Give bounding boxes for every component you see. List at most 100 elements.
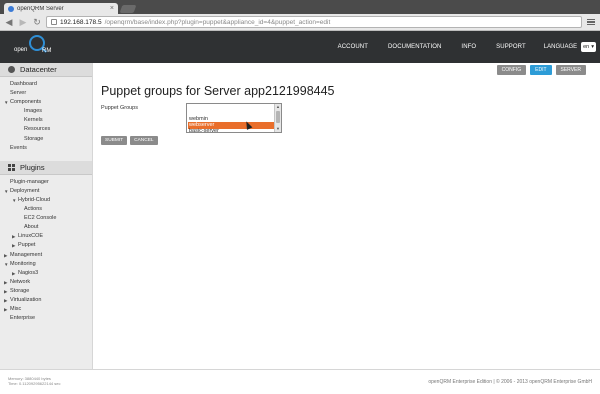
sidebar-item-monitoring[interactable]: ▼ Monitoring (0, 260, 92, 269)
cancel-button[interactable]: CANCEL (130, 136, 158, 145)
url-path: /openqrm/base/index.php?plugin=puppet&ap… (104, 18, 331, 26)
sidebar-item-components[interactable]: ▼ Components (0, 98, 92, 107)
config-button[interactable]: CONFIG (496, 65, 527, 75)
sidebar-item-label: About (24, 224, 39, 231)
puppet-groups-label: Puppet Groups (101, 105, 138, 111)
sidebar-item-images[interactable]: Images (0, 107, 92, 116)
sidebar-item-label: Monitoring (10, 260, 36, 267)
sidebar-item-events[interactable]: Events (0, 144, 92, 153)
sidebar-item-puppet[interactable]: ▶ Puppet (0, 241, 92, 250)
sidebar-item-storage[interactable]: Storage (0, 135, 92, 144)
caret-down-icon[interactable]: ▼ (12, 196, 16, 205)
sidebar-item-deployment[interactable]: ▼ Deployment (0, 187, 92, 196)
nav-account[interactable]: ACCOUNT (328, 44, 378, 50)
scroll-down-icon[interactable]: ▼ (275, 126, 281, 132)
sidebar-item-plugin-manager[interactable]: Plugin-manager (0, 178, 92, 187)
language-label: LANGUAGE (543, 44, 578, 50)
new-tab-button[interactable] (119, 5, 137, 13)
copyright: openQRM Enterprise Edition | © 2006 - 20… (428, 379, 592, 385)
tab-title: openQRM Server (17, 5, 64, 12)
subnav: CONFIG EDIT SERVER (496, 65, 586, 75)
list-option-basic-server[interactable]: basic-server (188, 128, 274, 132)
openqrm-logo[interactable]: open RM (0, 31, 90, 63)
server-button[interactable]: SERVER (555, 65, 586, 75)
nav-support[interactable]: SUPPORT (486, 44, 536, 50)
forward-icon[interactable]: ▶ (18, 17, 28, 27)
sidebar-item-ec2-console[interactable]: EC2 Console (0, 214, 92, 223)
sidebar-item-hybrid-cloud[interactable]: ▼ Hybrid-Cloud (0, 196, 92, 205)
sidebar-item-nagios3[interactable]: ▶ Nagios3 (0, 269, 92, 278)
sidebar-item-label: Server (10, 90, 27, 97)
footer-stats: Memory: 3880440 bytes Time: 0.1120929562… (8, 376, 60, 386)
caret-right-icon[interactable]: ▶ (4, 305, 7, 314)
close-icon[interactable]: × (110, 5, 114, 12)
sidebar-item-misc[interactable]: ▶ Misc (0, 305, 92, 314)
caret-down-icon[interactable]: ▼ (4, 98, 8, 107)
sidebar-item-about[interactable]: About (0, 223, 92, 232)
sidebar-item-label: Puppet (18, 242, 36, 249)
logo-text-open: open (14, 47, 28, 53)
chevron-down-icon: ▾ (591, 44, 594, 50)
sidebar-item-label: Hybrid-Cloud (18, 196, 51, 203)
sidebar-item-enterprise[interactable]: Enterprise (0, 314, 92, 323)
listbox-scrollbar[interactable]: ▲ ▼ (274, 104, 281, 132)
caret-right-icon[interactable]: ▶ (4, 278, 7, 287)
caret-right-icon[interactable]: ▶ (12, 269, 15, 278)
time-stat: Time: 0.11209295622144 sec (8, 381, 61, 386)
datacenter-header: Datacenter (0, 63, 92, 77)
caret-right-icon[interactable]: ▶ (12, 241, 15, 250)
submit-button[interactable]: SUBMIT (101, 136, 128, 145)
back-icon[interactable]: ◀ (4, 17, 14, 27)
sidebar-item-kernels[interactable]: Kernels (0, 116, 92, 125)
sidebar-item-label: Virtualization (10, 296, 42, 303)
sidebar-item-server[interactable]: Server (0, 89, 92, 98)
main-content: CONFIG EDIT SERVER Puppet groups for Ser… (93, 63, 600, 369)
sidebar-item-actions[interactable]: Actions (0, 205, 92, 214)
sidebar-item-label: Kernels (24, 117, 43, 124)
sidebar-item-dashboard[interactable]: Dashboard (0, 80, 92, 89)
sidebar-item-network[interactable]: ▶ Network (0, 278, 92, 287)
browser-toolbar: ◀ ▶ ↻ 192.168.178.5/openqrm/base/index.p… (0, 14, 600, 31)
sidebar-item-label: Plugin-manager (10, 178, 49, 185)
scroll-thumb[interactable] (276, 111, 280, 123)
sidebar-item-label: LinuxCOE (18, 233, 44, 240)
datacenter-menu: Dashboard Server ▼ Components Images Kernels R… (0, 77, 92, 153)
logo-text-rm: RM (42, 48, 52, 54)
sidebar-item-label: Storage (10, 287, 30, 294)
sidebar-item-storage[interactable]: ▶ Storage (0, 287, 92, 296)
caret-right-icon[interactable]: ▶ (4, 287, 7, 296)
menu-icon[interactable] (586, 17, 596, 27)
language-select[interactable]: en ▾ (581, 42, 596, 52)
favicon-icon (8, 5, 14, 12)
sidebar-item-label: Misc (10, 306, 22, 313)
caret-right-icon[interactable]: ▶ (4, 296, 7, 305)
caret-down-icon[interactable]: ▼ (4, 260, 8, 269)
edit-button[interactable]: EDIT (530, 65, 552, 75)
page: Datacenter Dashboard Server ▼ Components Ima… (0, 63, 600, 394)
datacenter-title: Datacenter (20, 65, 57, 74)
browser-tabstrip: openQRM Server × (0, 0, 600, 14)
address-bar[interactable]: 192.168.178.5/openqrm/base/index.php?plu… (46, 16, 582, 28)
sidebar-item-label: Actions (24, 206, 43, 213)
reload-icon[interactable]: ↻ (32, 17, 42, 27)
scroll-up-icon[interactable]: ▲ (275, 104, 281, 110)
sidebar-item-management[interactable]: ▶ Management (0, 251, 92, 260)
nav-info[interactable]: INFO (451, 44, 486, 50)
caret-right-icon[interactable]: ▶ (4, 251, 7, 260)
sidebar: Datacenter Dashboard Server ▼ Components Ima… (0, 63, 93, 369)
sidebar-item-label: Components (10, 99, 42, 106)
plugins-menu: Plugin-manager ▼ Deployment ▼ Hybrid-Cloud Ac… (0, 175, 92, 324)
sidebar-item-virtualization[interactable]: ▶ Virtualization (0, 296, 92, 305)
sidebar-item-linuxcoe[interactable]: ▶ LinuxCOE (0, 232, 92, 241)
sidebar-item-resources[interactable]: Resources (0, 125, 92, 134)
browser-tab[interactable]: openQRM Server × (4, 3, 118, 14)
form-actions: SUBMIT CANCEL (101, 136, 158, 145)
page-icon (51, 19, 57, 25)
page-title: Puppet groups for Server app2121998445 (101, 84, 335, 98)
sidebar-item-label: Storage (24, 135, 44, 142)
caret-right-icon[interactable]: ▶ (12, 232, 15, 241)
caret-down-icon[interactable]: ▼ (4, 187, 8, 196)
nav-documentation[interactable]: DOCUMENTATION (378, 44, 451, 50)
sidebar-item-label: Events (10, 144, 27, 151)
puppet-groups-select[interactable]: webmin webserver basic-server ▲ ▼ (186, 103, 282, 133)
